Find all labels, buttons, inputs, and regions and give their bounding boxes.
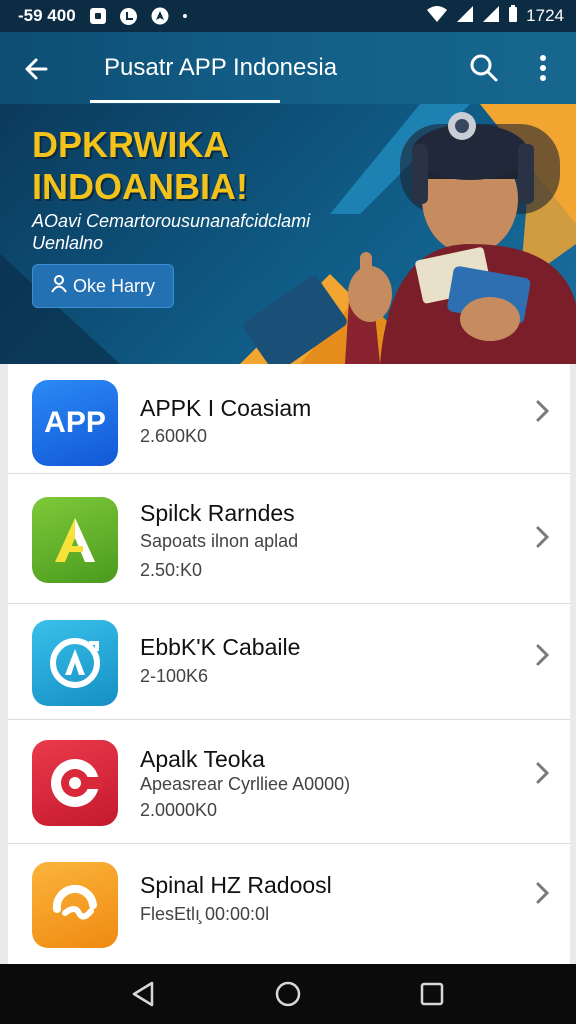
overflow-menu-icon[interactable] [530,52,556,84]
home-circle-icon[interactable] [272,978,304,1010]
app-orange-icon [32,862,118,948]
app-meta: 2.50:K0 [140,560,203,580]
check-circle-icon [119,7,137,25]
chevron-right-icon [532,524,552,550]
app-name: Spinal HZ Radoosl [140,872,332,898]
list-item-app-5[interactable]: Spinal HZ Radoosl FlesEtlı̧ 00:00:0l [8,844,570,964]
screen: -59 400 1724 Pusatr APP Indonesia DPKRWI… [0,0,576,1024]
app-meta: 2.0000K0 [140,800,218,820]
app-name: Spilck Rarndes [140,500,295,526]
system-nav-bar [0,964,576,1024]
chevron-right-icon [532,398,552,424]
promo-banner[interactable]: DPKRWIKA INDOANBIA! AOavi Cemartorousuna… [0,104,576,364]
banner-cta-button[interactable]: Oke Harry [32,264,174,308]
app-list: APP APPK I Coasiam 2.600K0 Spilck Rarnde… [8,364,570,964]
battery-icon [508,4,518,28]
search-icon[interactable] [468,52,500,84]
navigation-circle-icon [151,7,169,25]
signal-icon [456,5,474,28]
app-icon-text: APP [44,406,106,439]
banner-subtitle: AOavi Cemartorousunanafcidclami Uenlalno [32,211,311,253]
chevron-right-icon [532,880,552,906]
list-item-app-4[interactable]: Apalk Teoka Apeasrear Cyrlliee A0000) 2.… [8,720,570,844]
app-meta: 2-100K6 [140,666,209,686]
app-meta: FlesEtlı̧ 00:00:0l [140,904,270,924]
status-bar: -59 400 1724 [0,0,576,32]
chevron-right-icon [532,642,552,668]
app-red-c-icon [32,740,118,826]
signal-icon [482,5,500,28]
banner-headline: DPKRWIKA INDOANBIA! [32,124,248,207]
list-item-app-3[interactable]: EbbK'K Cabaile 2-100K6 [8,604,570,720]
wifi-icon [426,5,448,28]
app-blue-icon: APP [32,380,118,466]
list-item-app-1[interactable]: APP APPK I Coasiam 2.600K0 [8,364,570,474]
status-time-text: -59 400 [18,6,76,25]
person-icon [51,274,67,298]
title-underline [90,100,280,103]
app-a-circle-icon [32,620,118,706]
app-bar: Pusatr APP Indonesia [0,32,576,104]
app-description: Apeasrear Cyrlliee A0000) [140,774,351,794]
chevron-right-icon [532,760,552,786]
app-meta: 2.600K0 [140,426,208,446]
notification-square-icon [89,8,106,24]
banner-cta-label: Oke Harry [72,275,155,296]
app-name: Apalk Teoka [140,746,265,772]
app-bar-title: Pusatr APP Indonesia [104,54,338,81]
status-clock: 1724 [526,6,564,25]
list-item-app-2[interactable]: Spilck Rarndes Sapoats ilnon aplad 2.50:… [8,474,570,604]
app-description: Sapoats ilnon aplad [140,531,299,551]
back-arrow-icon[interactable] [20,52,54,86]
app-name: APPK I Coasiam [140,395,312,421]
app-a-green-icon [32,497,118,583]
recents-square-icon[interactable] [416,978,448,1010]
back-triangle-icon[interactable] [128,978,160,1010]
more-dot-icon [182,14,187,18]
app-name: EbbK'K Cabaile [140,634,301,660]
